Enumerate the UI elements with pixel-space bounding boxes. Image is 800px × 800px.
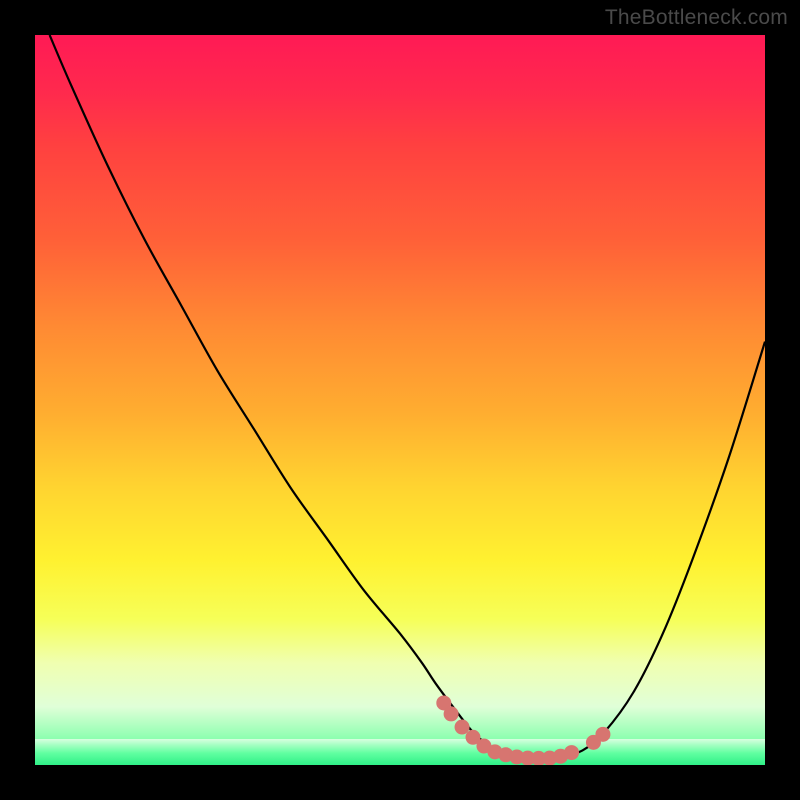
data-marker xyxy=(455,720,470,735)
marker-group xyxy=(436,695,610,765)
watermark-text: TheBottleneck.com xyxy=(605,6,788,30)
bottleneck-curve xyxy=(50,35,765,759)
data-marker xyxy=(595,727,610,742)
chart-frame: TheBottleneck.com xyxy=(0,0,800,800)
curve-layer xyxy=(35,35,765,765)
plot-area xyxy=(35,35,765,765)
data-marker xyxy=(564,745,579,760)
data-marker xyxy=(444,706,459,721)
